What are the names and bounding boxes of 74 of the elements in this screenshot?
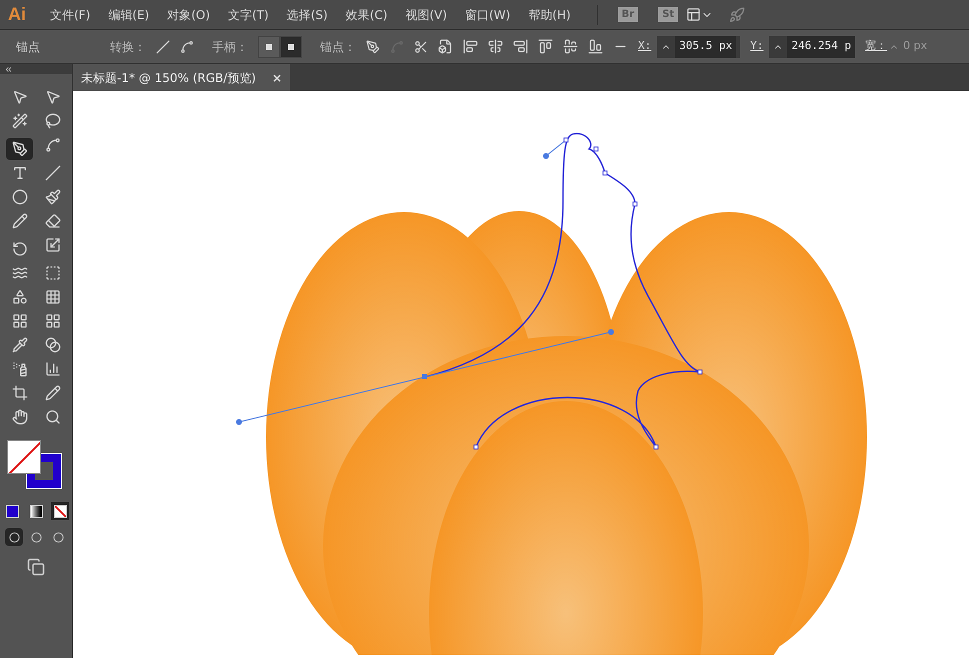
draw-mode-button[interactable]	[5, 528, 23, 546]
corner-icon[interactable]	[156, 40, 170, 54]
menu-item[interactable]: 效果(C)	[346, 6, 388, 24]
type-icon	[12, 165, 28, 181]
collapse-icon[interactable]	[4, 64, 13, 74]
selection-label: 锚点	[16, 38, 41, 56]
document-icon[interactable]	[438, 39, 453, 54]
circle-icon	[30, 532, 42, 542]
y-field[interactable]: 246.254 p	[769, 36, 856, 58]
pencil-icon	[44, 385, 60, 401]
scale-icon	[44, 237, 60, 253]
convert-label: 转换：	[110, 38, 146, 56]
width-label: 宽：	[865, 38, 888, 54]
handle-toggle[interactable]	[258, 36, 280, 58]
wave-icon	[12, 265, 28, 281]
pencil-icon	[12, 213, 28, 229]
crop-icon	[12, 385, 28, 401]
eyedropper-icon	[12, 337, 28, 353]
menu-item[interactable]: 编辑(E)	[108, 6, 150, 24]
align-top-icon[interactable]	[538, 39, 553, 54]
align-left-icon[interactable]	[463, 39, 478, 54]
transform-icon	[44, 265, 60, 281]
menu-item[interactable]: 文字(T)	[228, 6, 269, 24]
color-mode-button[interactable]	[51, 502, 69, 520]
pen-icon[interactable]	[366, 40, 380, 54]
workspace-icon[interactable]	[686, 7, 702, 22]
y-label: Y:	[750, 38, 764, 54]
align-right-icon[interactable]	[513, 39, 528, 54]
x-field[interactable]: 305.5 px	[657, 36, 740, 58]
ellipse-icon	[12, 189, 28, 205]
color-mode-button[interactable]	[27, 502, 45, 520]
handle-toggle[interactable]	[280, 36, 302, 58]
align-center-icon[interactable]	[488, 39, 503, 54]
arrow-icon	[44, 89, 60, 105]
curve-pen-icon	[44, 137, 60, 153]
bar-chart-icon	[44, 361, 60, 377]
handles-label: 手柄：	[212, 38, 248, 56]
close-tab-button[interactable]: ×	[272, 68, 282, 86]
scissors-icon[interactable]	[414, 40, 428, 54]
circle-icon	[52, 532, 64, 542]
document-tab[interactable]: 未标题-1* @ 150% (RGB/预览) ×	[73, 64, 290, 91]
menu-item[interactable]: 文件(F)	[50, 6, 90, 24]
hollow-arrow-icon	[12, 89, 28, 105]
lasso-icon	[44, 113, 60, 129]
menu-item[interactable]: 窗口(W)	[465, 6, 510, 24]
grid-icon	[44, 289, 60, 305]
fill-swatch[interactable]	[7, 440, 41, 474]
pen-icon	[12, 141, 28, 157]
smooth-icon[interactable]	[180, 40, 194, 54]
circle-icon	[8, 532, 20, 542]
blend-icon	[44, 337, 60, 353]
mesh-icon	[12, 313, 28, 329]
align-middle-icon[interactable]	[563, 39, 578, 54]
eraser-icon	[44, 213, 60, 229]
hand-icon	[12, 409, 28, 425]
search-icon	[44, 409, 60, 425]
color-mode-button[interactable]	[3, 502, 21, 520]
spray-can-icon	[12, 361, 28, 377]
align-bottom-icon[interactable]	[588, 39, 603, 54]
line-icon	[44, 165, 60, 181]
brush-icon	[44, 189, 60, 205]
rocket-icon[interactable]	[729, 6, 746, 22]
wand-icon	[12, 113, 28, 129]
x-label: X:	[638, 38, 652, 54]
app-logo: Ai	[8, 3, 26, 26]
tool-button[interactable]	[6, 138, 33, 160]
menu-item[interactable]: 选择(S)	[286, 6, 328, 24]
screen-mode-icon[interactable]	[27, 558, 45, 576]
rotate-icon	[12, 241, 28, 257]
shapes-icon	[12, 289, 28, 305]
anchors-label: 锚点：	[320, 38, 356, 56]
menu-item[interactable]: 帮助(H)	[528, 6, 571, 24]
menu-item[interactable]: 视图(V)	[405, 6, 448, 24]
menu-item[interactable]: 对象(O)	[167, 6, 210, 24]
